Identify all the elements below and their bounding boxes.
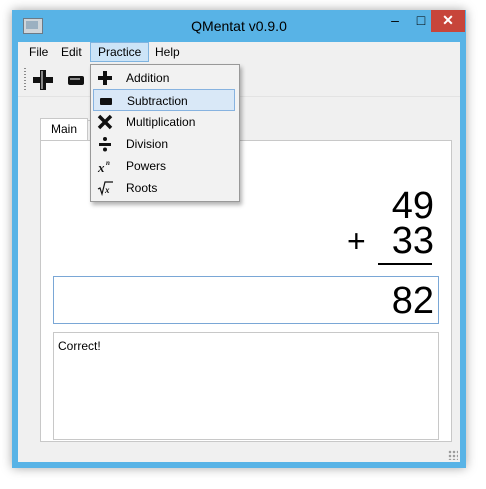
menu-bar: File Edit Practice Help [18,42,460,62]
minus-icon [98,93,114,109]
menu-item-label: Division [126,137,169,151]
menu-item-division[interactable]: Division [93,133,235,155]
menu-item-powers[interactable]: xn Powers [93,155,235,177]
menu-item-multiplication[interactable]: Multiplication [93,111,235,133]
close-button[interactable]: ✕ [431,10,465,32]
minus-icon [68,76,84,85]
answer-value: 82 [391,280,434,322]
menu-file[interactable]: File [22,42,55,62]
menu-item-label: Addition [126,71,170,85]
practice-dropdown: Addition Subtraction Multiplication Divi… [90,64,240,202]
menu-item-addition[interactable]: Addition [93,67,235,89]
svg-text:n: n [106,159,110,167]
feedback-text: Correct! [58,339,101,353]
menu-item-subtraction[interactable]: Subtraction [93,89,235,111]
plus-icon [97,70,113,86]
svg-text:x: x [97,160,105,174]
sum-line [378,263,432,265]
title-bar[interactable]: QMentat v0.9.0 – □ ✕ [12,10,466,42]
svg-text:x: x [104,185,110,195]
toolbar-grip[interactable] [24,68,26,92]
root-icon: x [97,180,113,197]
menu-item-label: Multiplication [126,115,196,129]
menu-item-label: Powers [126,159,167,173]
operand-2: 33 [391,220,434,262]
menu-item-label: Subtraction [127,94,188,108]
tab-main[interactable]: Main [40,118,89,141]
divide-icon [97,136,113,152]
minimize-button[interactable]: – [382,10,408,32]
menu-item-roots[interactable]: x Roots [93,177,235,199]
menu-item-label: Roots [126,181,158,195]
answer-input[interactable]: 82 [53,276,439,324]
operator-sign: + [347,223,366,259]
feedback-box: Correct! [53,332,439,440]
menu-help[interactable]: Help [148,42,187,62]
menu-edit[interactable]: Edit [54,42,89,62]
plus-icon [33,70,53,90]
times-icon [97,114,113,130]
power-icon: xn [97,158,113,175]
subtract-toolbar-button[interactable] [64,68,90,92]
add-toolbar-button[interactable] [30,68,56,92]
menu-practice[interactable]: Practice [90,42,150,62]
resize-grip[interactable] [448,450,458,460]
